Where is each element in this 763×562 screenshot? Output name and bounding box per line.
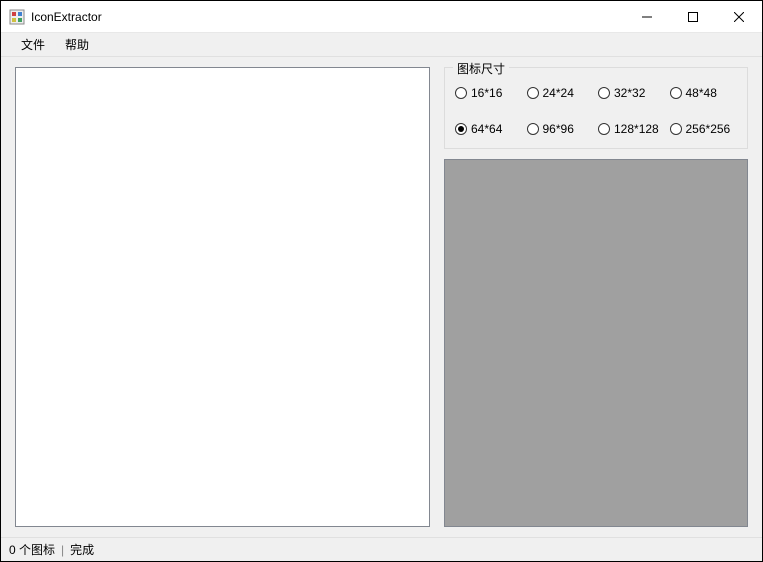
status-count: 0 个图标 — [9, 541, 55, 558]
radio-96[interactable]: 96*96 — [527, 122, 595, 136]
titlebar: IconExtractor — [1, 1, 762, 33]
app-icon — [9, 9, 25, 25]
status-separator: | — [61, 543, 64, 557]
close-button[interactable] — [716, 1, 762, 32]
client-area: 图标尺寸 16*16 24*24 32*32 48*48 64*64 96*96… — [1, 57, 762, 537]
menubar: 文件 帮助 — [1, 33, 762, 57]
radio-label: 24*24 — [543, 86, 574, 100]
icon-list-panel[interactable] — [15, 67, 430, 527]
groupbox-legend: 图标尺寸 — [453, 60, 509, 77]
radio-label: 64*64 — [471, 122, 502, 136]
radio-label: 16*16 — [471, 86, 502, 100]
radio-48[interactable]: 48*48 — [670, 86, 738, 100]
radio-16[interactable]: 16*16 — [455, 86, 523, 100]
window-controls — [624, 1, 762, 32]
right-panel: 图标尺寸 16*16 24*24 32*32 48*48 64*64 96*96… — [444, 67, 748, 527]
size-radio-grid: 16*16 24*24 32*32 48*48 64*64 96*96 128*… — [455, 86, 737, 136]
size-groupbox: 图标尺寸 16*16 24*24 32*32 48*48 64*64 96*96… — [444, 67, 748, 149]
preview-panel — [444, 159, 748, 527]
radio-label: 128*128 — [614, 122, 659, 136]
window-title: IconExtractor — [31, 10, 624, 24]
status-text: 完成 — [70, 541, 94, 558]
menu-help[interactable]: 帮助 — [55, 34, 99, 55]
menu-file[interactable]: 文件 — [11, 34, 55, 55]
radio-128[interactable]: 128*128 — [598, 122, 666, 136]
statusbar: 0 个图标 | 完成 — [1, 537, 762, 561]
app-window: IconExtractor 文件 帮助 图标尺寸 16*16 24*24 — [0, 0, 763, 562]
radio-32[interactable]: 32*32 — [598, 86, 666, 100]
radio-256[interactable]: 256*256 — [670, 122, 738, 136]
maximize-button[interactable] — [670, 1, 716, 32]
radio-label: 48*48 — [686, 86, 717, 100]
radio-label: 96*96 — [543, 122, 574, 136]
radio-24[interactable]: 24*24 — [527, 86, 595, 100]
minimize-button[interactable] — [624, 1, 670, 32]
radio-label: 256*256 — [686, 122, 731, 136]
radio-64[interactable]: 64*64 — [455, 122, 523, 136]
radio-label: 32*32 — [614, 86, 645, 100]
